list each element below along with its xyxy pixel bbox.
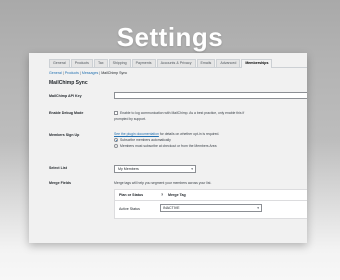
tab-products[interactable]: Products [70, 59, 93, 67]
tab-advanced[interactable]: Advanced [216, 59, 241, 67]
merge-table-header: Plan or Status ? Merge Tag [115, 190, 307, 201]
debug-checkbox[interactable] [114, 111, 118, 115]
tab-tax[interactable]: Tax [93, 59, 108, 67]
debug-description-2: prompted by support. [114, 117, 147, 121]
merge-fields-description: Merge tags will help you segment your me… [114, 181, 212, 185]
debug-label: Enable Debug Mode [49, 111, 84, 115]
breadcrumb-products[interactable]: Products [65, 71, 79, 75]
page-headline: Settings [116, 22, 224, 52]
tab-emails[interactable]: Emails [196, 59, 216, 67]
chevron-down-icon: ▾ [191, 167, 193, 171]
list-select-value: My Members [118, 167, 139, 171]
tab-memberships[interactable]: Memberships [241, 59, 273, 68]
tab-shipping[interactable]: Shipping [108, 59, 131, 67]
signup-description: See the plugin documentation for details… [114, 132, 220, 136]
merge-tag-select[interactable]: INACTIVE ▾ [160, 204, 262, 212]
breadcrumb-current: MailChimp Sync [101, 71, 128, 75]
merge-row-label: Active Status [119, 207, 140, 211]
chevron-down-icon: ▾ [257, 206, 259, 210]
debug-description: Enable to log communication with MailChi… [120, 111, 245, 115]
merge-fields-table: Plan or Status ? Merge Tag Active Status… [114, 189, 307, 219]
section-title: MailChimp Sync [49, 80, 88, 86]
list-select[interactable]: My Members ▾ [114, 165, 196, 173]
tab-payments[interactable]: Payments [131, 59, 156, 67]
breadcrumb: General | Products | Messages | MailChim… [49, 71, 127, 75]
subscribe-auto-radio[interactable] [114, 138, 118, 142]
breadcrumb-general[interactable]: General [49, 71, 62, 75]
breadcrumb-messages[interactable]: Messages [82, 71, 98, 75]
select-list-label: Select List [49, 166, 67, 170]
signup-label: Members Sign Up [49, 133, 80, 137]
subscribe-manual-label: Members must subscribe at checkout or fr… [120, 144, 217, 148]
settings-tabs: General Products Tax Shipping Payments A… [49, 59, 307, 68]
plugin-docs-link[interactable]: See the plugin documentation [114, 132, 159, 136]
tab-general[interactable]: General [49, 59, 70, 67]
api-key-label: MailChimp API Key [49, 94, 82, 98]
merge-fields-label: Merge Fields [49, 181, 71, 185]
merge-col-tag: Merge Tag [168, 193, 186, 197]
tab-accounts-privacy[interactable]: Accounts & Privacy [156, 59, 196, 67]
settings-window: General Products Tax Shipping Payments A… [29, 53, 307, 243]
help-icon: ? [161, 193, 164, 197]
merge-col-plan: Plan or Status [119, 193, 144, 197]
merge-tag-value: INACTIVE [163, 206, 180, 210]
subscribe-auto-label: Subscribe members automatically [120, 138, 171, 142]
subscribe-manual-radio[interactable] [114, 144, 118, 148]
api-key-input[interactable] [114, 92, 307, 99]
